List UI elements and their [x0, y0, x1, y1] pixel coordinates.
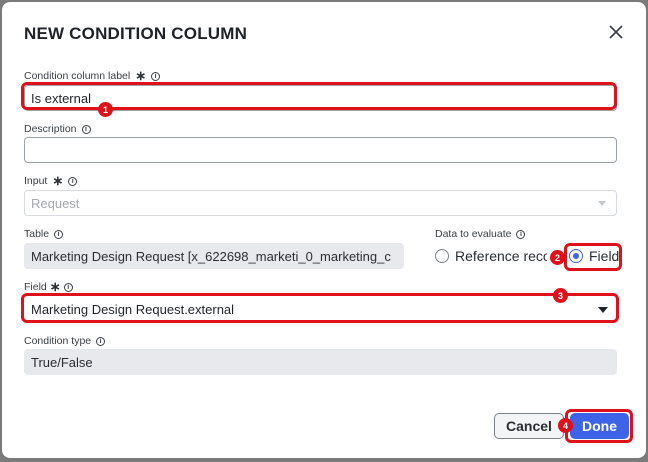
input-label: Input ∗ i: [24, 173, 78, 188]
radio-button[interactable]: [435, 249, 449, 263]
input-select[interactable]: Request: [24, 190, 617, 216]
radio-button-checked[interactable]: [569, 249, 583, 263]
required-asterisk: ∗: [49, 279, 61, 294]
close-icon[interactable]: [604, 20, 628, 44]
info-icon[interactable]: i: [96, 336, 106, 346]
info-icon[interactable]: i: [81, 124, 91, 134]
table-label: Table i: [24, 228, 64, 240]
field-select[interactable]: Marketing Design Request.external: [24, 296, 617, 322]
annotation-badge-4: 4: [558, 418, 573, 433]
info-icon[interactable]: i: [54, 229, 64, 239]
radio-field[interactable]: Field: [569, 248, 619, 264]
description-input[interactable]: [24, 137, 617, 163]
new-condition-column-dialog: NEW CONDITION COLUMN Condition column la…: [2, 2, 646, 458]
cancel-button[interactable]: Cancel: [494, 413, 564, 439]
required-asterisk: ∗: [52, 173, 64, 188]
info-icon[interactable]: i: [516, 229, 526, 239]
description-label: Description i: [24, 123, 91, 135]
data-to-evaluate-label: Data to evaluate i: [435, 228, 526, 240]
info-icon[interactable]: i: [68, 176, 78, 186]
condition-label-label: Condition column label ∗ i: [24, 68, 161, 83]
annotation-badge-2: 2: [550, 250, 565, 265]
annotation-badge-3: 3: [553, 288, 568, 303]
chevron-down-icon: [598, 201, 606, 206]
table-field: Marketing Design Request [x_622698_marke…: [24, 243, 404, 269]
condition-type-field: True/False: [24, 349, 617, 375]
info-icon[interactable]: i: [63, 282, 73, 292]
condition-label-input[interactable]: Is external: [24, 85, 617, 111]
done-button[interactable]: Done: [570, 413, 629, 439]
info-icon[interactable]: i: [151, 71, 161, 81]
dialog-title: NEW CONDITION COLUMN: [24, 24, 248, 43]
condition-type-label: Condition type i: [24, 335, 106, 347]
annotation-badge-1: 1: [98, 102, 113, 117]
required-asterisk: ∗: [135, 68, 147, 83]
radio-reference-record[interactable]: Reference record: [435, 246, 547, 268]
chevron-down-icon: [598, 307, 608, 313]
field-label: Field ∗ i: [24, 279, 73, 294]
